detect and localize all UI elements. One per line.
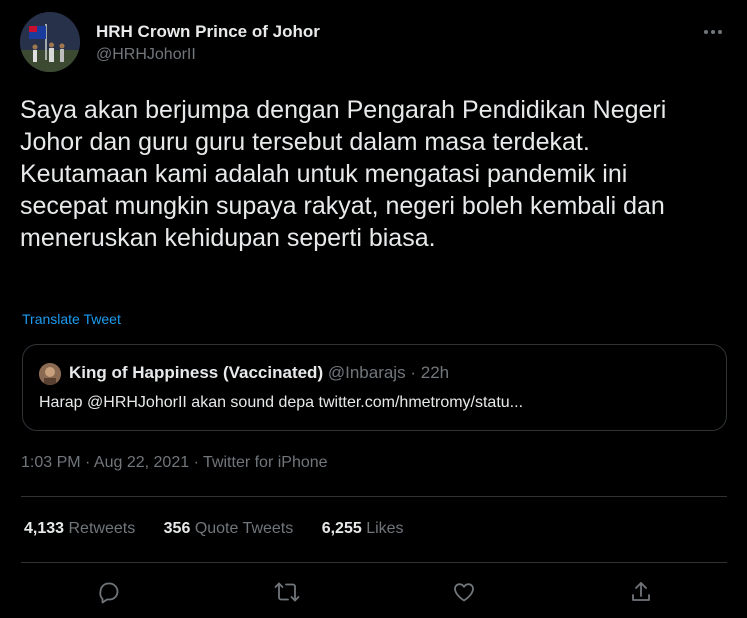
share-icon[interactable] [626,577,656,607]
likes-stat[interactable]: 6,255 Likes [322,520,404,538]
more-icon[interactable] [699,18,727,46]
likes-label: Likes [366,520,404,537]
likes-count: 6,255 [321,520,362,537]
quoted-separator: · [410,363,416,382]
avatar-image [20,12,80,72]
retweets-count: 4,133 [24,520,65,537]
quoted-author-name: King of Happiness (Vaccinated) [69,363,324,382]
author-handle[interactable]: @HRHJohorII [96,46,196,64]
divider [21,496,727,497]
reply-icon[interactable] [94,577,124,607]
quote-tweets-label: Quote Tweets [194,520,294,537]
tweet-actions [21,563,727,618]
retweets-stat[interactable]: 4,133 Retweets [24,520,135,538]
retweet-icon[interactable] [272,577,302,607]
quoted-author-avatar [39,363,61,385]
author-name[interactable]: HRH Crown Prince of Johor [96,22,320,42]
quoted-tweet-header: King of Happiness (Vaccinated) @Inbarajs… [69,363,449,383]
quoted-tweet-time: 22h [420,363,450,382]
quoted-tweet[interactable]: King of Happiness (Vaccinated) @Inbarajs… [22,344,727,431]
tweet-text: Saya akan berjumpa dengan Pengarah Pendi… [20,96,667,252]
quoted-tweet-text: Harap @HRHJohorII akan sound depa twitte… [39,394,524,411]
tweet-meta: 1:03 PM · Aug 22, 2021 · Twitter for iPh… [21,454,328,471]
quote-tweets-stat[interactable]: 356 Quote Tweets [164,520,294,538]
tweet-header: HRH Crown Prince of Johor @HRHJohorII [20,12,727,74]
like-icon[interactable] [449,577,479,607]
translate-tweet-link[interactable]: Translate Tweet [22,311,121,327]
quote-tweets-count: 356 [163,520,191,537]
quoted-author-handle: @Inbarajs [327,363,406,382]
tweet-stats: 4,133 Retweets 356 Quote Tweets 6,255 Li… [24,520,428,538]
retweets-label: Retweets [68,520,136,537]
author-avatar[interactable] [20,12,80,72]
